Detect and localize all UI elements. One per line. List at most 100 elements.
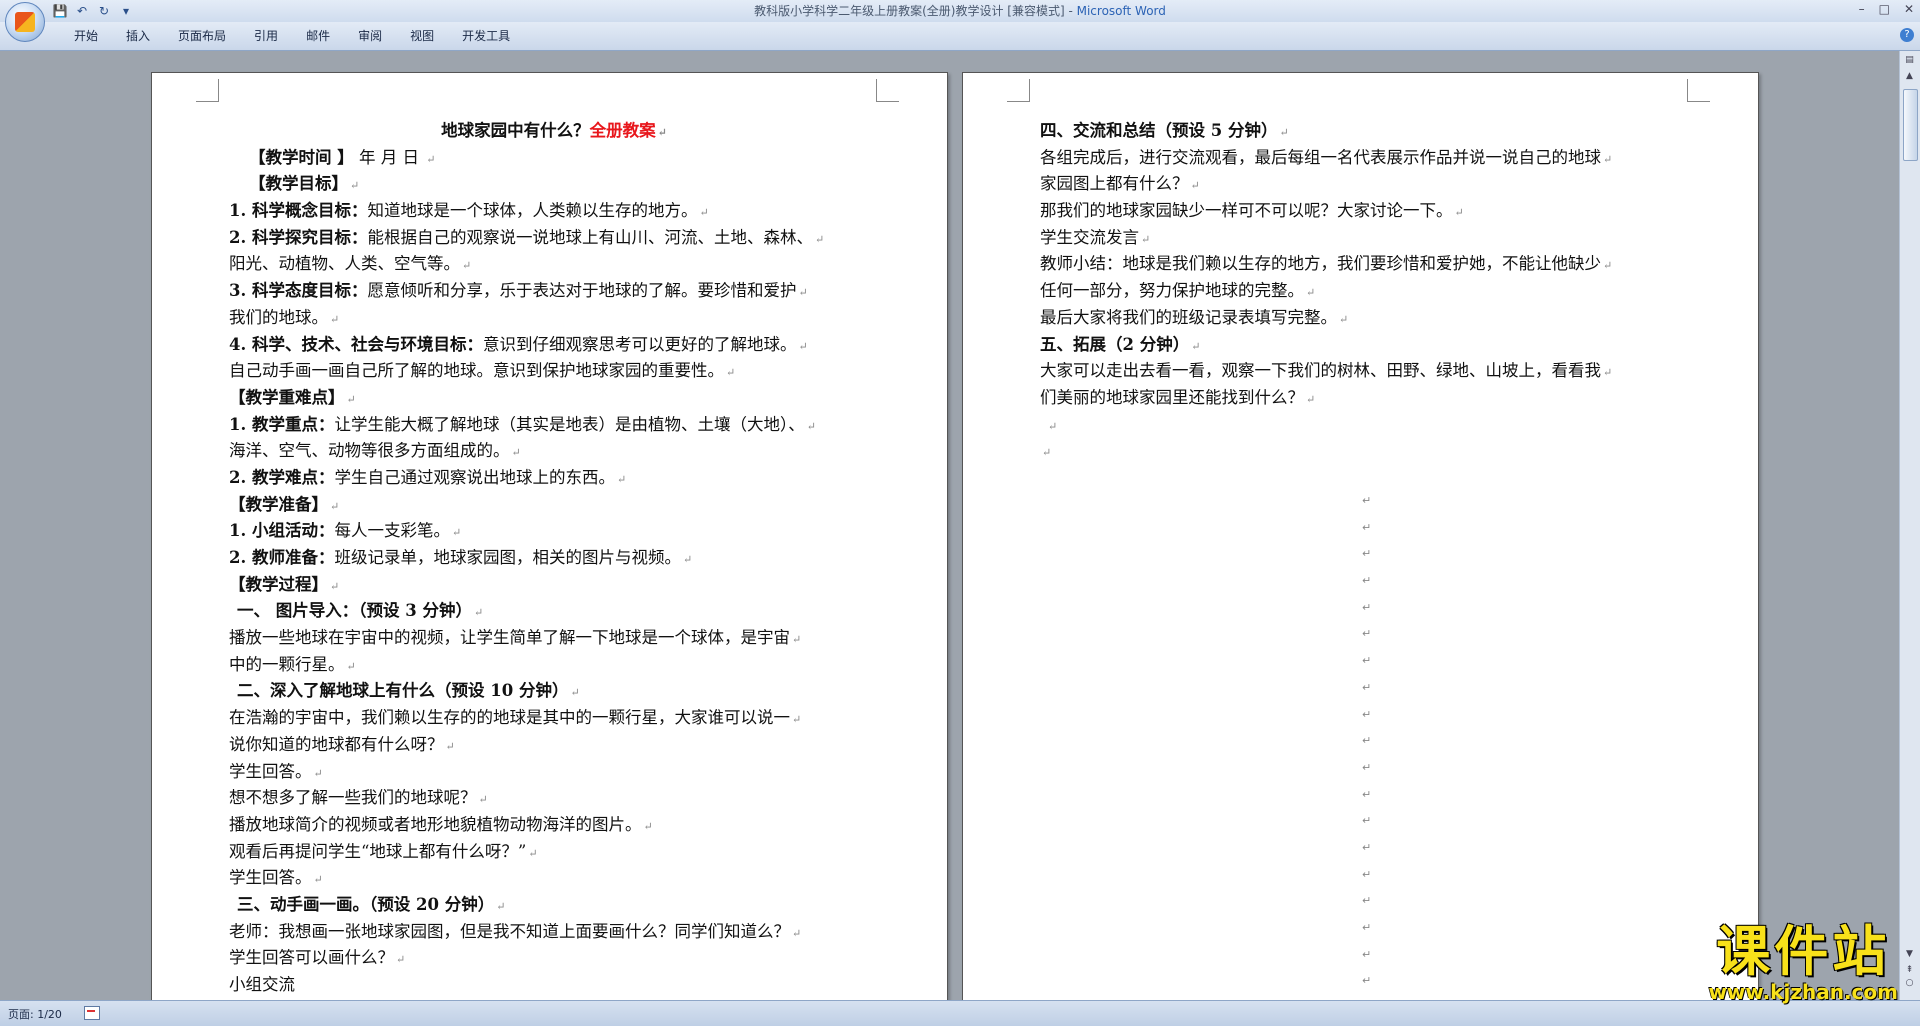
body-text: 播放一些地球在宇宙中的视频，让学生简单了解一下地球是一个球体，是宇宙	[229, 628, 790, 648]
crop-mark	[1687, 79, 1710, 102]
scroll-down-icon[interactable]: ▼	[1902, 947, 1917, 961]
bold-text: 【教学准备】	[229, 494, 328, 514]
close-icon[interactable]: ✕	[1904, 2, 1914, 16]
document-line: 任何一部分，努力保护地球的完整。 ↵	[1040, 278, 1690, 305]
document-line: 我们的地球。 ↵	[229, 305, 879, 332]
ribbon-tab[interactable]: 引用	[240, 28, 292, 44]
body-text: 教师小结：地球是我们赖以生存的地方，我们要珍惜和爱护她，不能让他缺少	[1040, 254, 1601, 274]
body-text: 我们的地球。	[229, 307, 328, 327]
body-text: 意识到仔细观察思考可以更好的了解地球。	[482, 334, 797, 354]
bold-text: 二、深入了解地球上有什么（预设 10 分钟）	[237, 681, 569, 701]
ribbon-tab[interactable]: 邮件	[292, 28, 344, 44]
document-line: 1. 小组活动：每人一支彩笔。 ↵	[229, 518, 879, 545]
document-line: 1. 科学概念目标：知道地球是一个球体，人类赖以生存的地方。 ↵	[229, 198, 879, 225]
help-icon[interactable]: ?	[1900, 28, 1914, 42]
maximize-icon[interactable]: □	[1879, 2, 1890, 16]
paragraph-mark: ↵	[1339, 312, 1349, 326]
body-text: 大家可以走出去看一看，观察一下我们的树林、田野、绿地、山坡上，看看我	[1040, 361, 1601, 381]
paragraph-mark: ↵	[496, 899, 506, 913]
body-text: 观看后再提问学生“地球上都有什么呀？”	[229, 841, 527, 861]
save-icon[interactable]: 💾	[52, 3, 68, 19]
document-line: 自己动手画一画自己所了解的地球。意识到保护地球家园的重要性。 ↵	[229, 358, 879, 385]
redo-icon[interactable]: ↻	[96, 3, 112, 19]
document-line: 【教学目标】 ↵	[229, 171, 879, 198]
document-line: 学生回答可以画什么？ ↵	[229, 945, 879, 972]
document-line: 播放地球简介的视频或者地形地貌植物动物海洋的图片。 ↵	[229, 812, 879, 839]
paragraph-mark: ↵	[426, 152, 436, 166]
body-text: 们美丽的地球家园里还能找到什么？	[1040, 387, 1304, 407]
paragraph-mark: ↵	[330, 499, 340, 513]
bold-text: 三、动手画一画。（预设 20 分钟）	[237, 894, 495, 914]
paragraph-mark: ↵	[1362, 654, 1372, 668]
paragraph-mark: ↵	[528, 846, 538, 860]
paragraph-mark: ↵	[798, 286, 808, 300]
paragraph-mark: ↵	[1306, 392, 1316, 406]
select-browse-object-icon[interactable]: ○	[1902, 976, 1917, 990]
paragraph-mark: ↵	[445, 739, 455, 753]
ribbon-tab[interactable]: 开始	[60, 28, 112, 44]
body-text: 学生自己通过观察说出地球上的东西。	[334, 467, 615, 487]
page-count[interactable]: 页面: 1/20	[8, 1006, 62, 1022]
paragraph-mark: ↵	[1362, 760, 1372, 774]
document-line: 大家可以走出去看一看，观察一下我们的树林、田野、绿地、山坡上，看看我 ↵	[1040, 358, 1690, 385]
document-line: 老师：我想画一张地球家园图，但是我不知道上面要画什么？同学们知道么？ ↵	[229, 919, 879, 946]
page1-body: 【教学时间 】 年 月 日 ↵ 【教学目标】 ↵ 1. 科学概念目标：知道地球是一个球…	[229, 145, 879, 999]
paragraph-mark: ↵	[570, 686, 580, 700]
undo-icon[interactable]: ↶	[74, 3, 90, 19]
previous-page-icon[interactable]: ⇞	[1902, 963, 1917, 977]
body-text: 班级记录单，地球家园图，相关的图片与视频。	[334, 548, 681, 567]
title-bar: 教科版小学科学二年级上册教案(全册)教学设计 [兼容模式] - Microsof…	[0, 0, 1920, 22]
paragraph-mark: ↵	[313, 766, 323, 780]
bold-text: 【教学重难点】	[229, 387, 345, 407]
customize-qat-icon[interactable]: ▾	[118, 3, 134, 19]
body-text: 家园图上都有什么？	[1040, 174, 1189, 194]
paragraph-mark: ↵	[1362, 494, 1372, 507]
watermark-text: 课件站	[1716, 920, 1891, 983]
ribbon-tab[interactable]: 审阅	[344, 28, 396, 44]
paragraph-mark: ↵	[1362, 574, 1372, 588]
document-line: 2. 教师准备：班级记录单，地球家园图，相关的图片与视频。 ↵	[229, 545, 879, 572]
ribbon-tab[interactable]: 页面布局	[164, 28, 240, 44]
paragraph-mark: ↵	[1362, 947, 1372, 961]
body-text: 能根据自己的观察说一说地球上有山川、河流、土地、森林、	[367, 227, 813, 247]
vertical-scrollbar[interactable]: ▤ ▲ ▼ ⇞ ○	[1899, 51, 1920, 1000]
document-page-1[interactable]: 地球家园中有什么？全册教案 ↵ 【教学时间 】 年 月 日 ↵ 【教学目标】 ↵ 1. …	[151, 72, 948, 1000]
paragraph-mark: ↵	[1190, 179, 1200, 193]
crop-mark	[876, 79, 899, 102]
paragraph-mark: ↵	[473, 606, 484, 620]
body-text: 最后大家将我们的班级记录表填写完整。	[1040, 307, 1337, 327]
document-line: 海洋、空气、动物等很多方面组成的。 ↵	[229, 438, 879, 465]
paragraph-mark: ↵	[699, 206, 709, 220]
document-line: 【教学过程】 ↵	[229, 572, 879, 599]
ribbon-tab[interactable]: 视图	[396, 28, 448, 44]
paragraph-mark: ↵	[1362, 547, 1372, 561]
scrollbar-thumb[interactable]	[1903, 89, 1918, 161]
document-line: 四、交流和总结（预设 5 分钟） ↵	[1040, 118, 1690, 145]
status-bar: 页面: 1/20	[0, 1000, 1920, 1026]
paragraph-mark: ↵	[643, 819, 653, 833]
scroll-up-icon[interactable]: ▲	[1902, 69, 1917, 83]
document-line: 那我们的地球家园缺少一样可不可以呢？大家讨论一下。 ↵	[1040, 198, 1690, 225]
minimize-icon[interactable]: –	[1859, 2, 1865, 16]
paragraph-mark: ↵	[1362, 840, 1372, 854]
paragraph-mark: ↵	[1362, 734, 1372, 748]
body-text: 学生交流发言	[1040, 227, 1139, 247]
ruler-toggle-icon[interactable]: ▤	[1902, 53, 1917, 67]
bold-text: 1. 教学重点：	[229, 414, 335, 434]
document-line: 五、拓展（2 分钟） ↵	[1040, 332, 1690, 359]
body-text: 学生回答。	[229, 868, 312, 888]
document-title: 地球家园中有什么？全册教案 ↵	[441, 121, 667, 140]
ribbon: 开始 插入 页面布局 引用 邮件 审阅 视图 开发工具 ?	[0, 22, 1920, 51]
body-text: 想不想多了解一些我们的地球呢？	[229, 788, 477, 808]
body-text: 在浩瀚的宇宙中，我们赖以生存的的地球是其中的一颗行星，大家谁可以说一	[229, 708, 790, 728]
document-page-2[interactable]: 四、交流和总结（预设 5 分钟） ↵ 各组完成后，进行交流观看，最后每组一名代表展示…	[962, 72, 1759, 1000]
paragraph-mark: ↵	[806, 419, 816, 433]
office-button[interactable]	[5, 2, 45, 42]
document-line: 教师小结：地球是我们赖以生存的地方，我们要珍惜和爱护她，不能让他缺少 ↵	[1040, 251, 1690, 278]
paragraph-mark: ↵	[1362, 921, 1372, 934]
ribbon-tab[interactable]: 插入	[112, 28, 164, 44]
ribbon-tab[interactable]: 开发工具	[448, 28, 524, 44]
document-line: 3. 科学态度目标：愿意倾听和分享，乐于表达对于地球的了解。要珍惜和爱护 ↵	[229, 278, 879, 305]
proofing-icon[interactable]	[84, 1006, 100, 1020]
paragraph-mark: ↵	[1362, 627, 1372, 641]
